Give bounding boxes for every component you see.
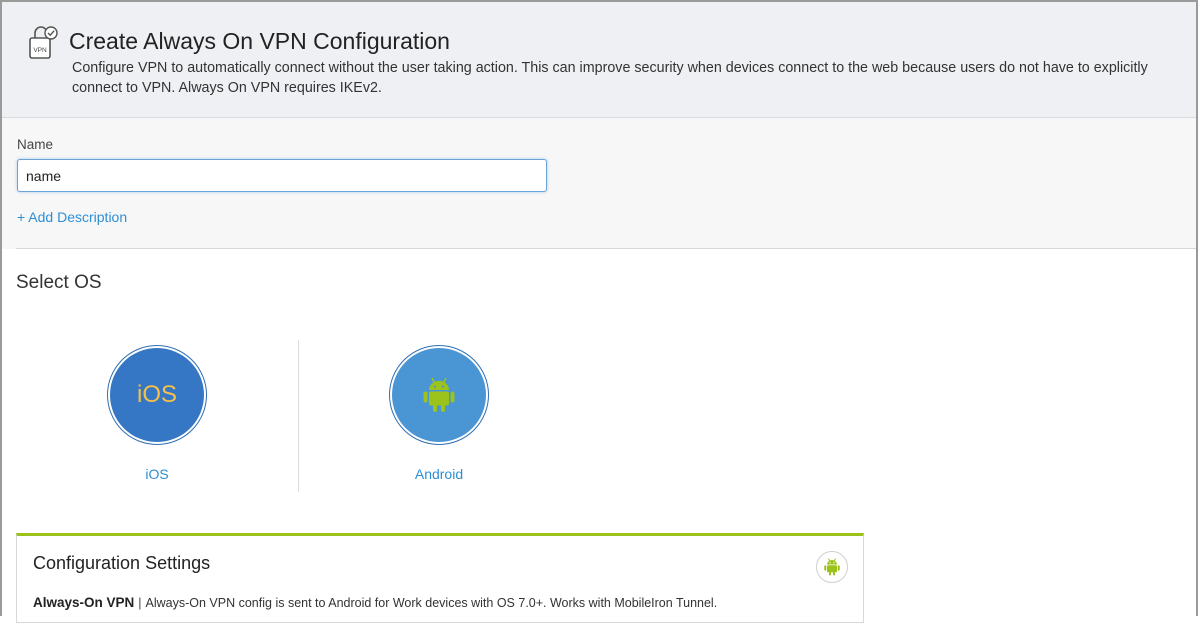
vpn-icon-text: VPN — [33, 47, 47, 54]
os-divider — [298, 340, 299, 492]
vpn-lock-check-icon: VPN — [29, 26, 58, 59]
android-robot-icon — [824, 558, 840, 576]
configuration-settings-title: Configuration Settings — [33, 553, 211, 573]
ios-badge-icon: iOS — [136, 381, 177, 408]
os-label-android[interactable]: Android — [384, 466, 494, 482]
name-input[interactable] — [17, 159, 547, 192]
android-circle[interactable] — [389, 345, 489, 445]
section-divider — [16, 248, 1196, 249]
config-item-always-on-vpn: Always-On VPN | Always-On VPN config is se… — [33, 595, 717, 610]
name-label: Name — [17, 137, 54, 152]
page-description: Configure VPN to automatically connect w… — [72, 60, 1148, 96]
name-section: Name + Add Description — [2, 118, 1196, 249]
page-header: VPN Create Always On VPN Configuration C… — [2, 2, 1196, 118]
ios-circle[interactable]: iOS — [107, 345, 207, 445]
os-option-android[interactable]: Android — [384, 345, 494, 482]
config-android-badge — [816, 551, 848, 583]
page-title: Create Always On VPN Configuration — [69, 28, 450, 54]
os-option-ios[interactable]: iOS iOS — [102, 345, 212, 482]
android-robot-icon — [423, 377, 455, 412]
select-os-heading: Select OS — [16, 272, 102, 293]
os-label-ios[interactable]: iOS — [102, 466, 212, 482]
config-item-name: Always-On VPN — [33, 595, 135, 610]
configuration-settings-panel: Configuration Settings Always-On VPN | Alw… — [16, 533, 864, 623]
config-item-description: Always-On VPN config is sent to Android … — [145, 596, 718, 610]
add-description-link[interactable]: + Add Description — [17, 209, 127, 225]
config-item-separator: | — [138, 596, 142, 610]
